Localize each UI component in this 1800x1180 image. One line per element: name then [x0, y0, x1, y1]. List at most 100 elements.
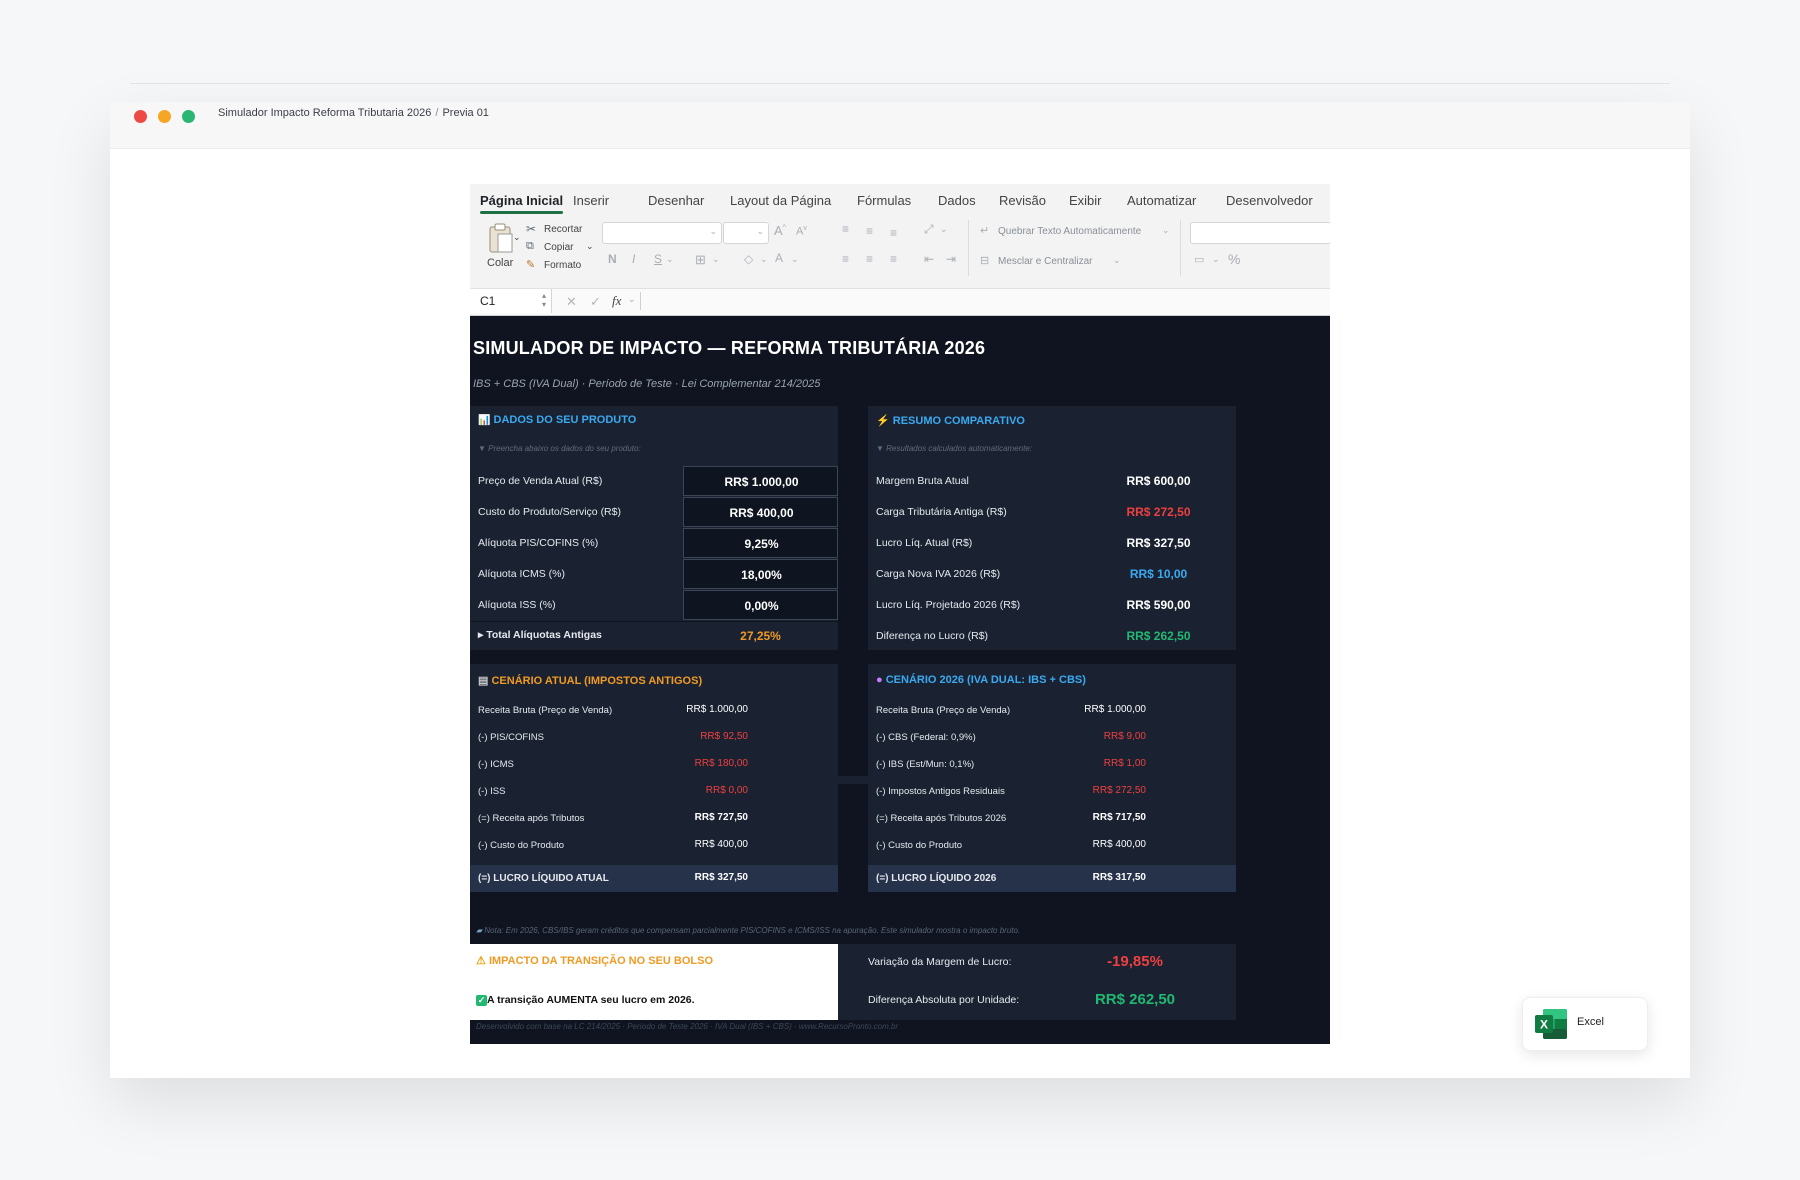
bar-chart-icon: 📊 — [478, 415, 491, 426]
bold-button[interactable]: N — [608, 252, 617, 266]
accounting-format-icon[interactable]: ▭ — [1194, 253, 1204, 266]
input-row: Alíquota ICMS (%) 18,00% — [470, 559, 838, 590]
decrease-indent-icon[interactable]: ⇤ — [924, 252, 934, 266]
ribbon-tabs: Página Inicial Inserir Desenhar Layout d… — [470, 184, 1330, 220]
price-input[interactable]: RR$ 1.000,00 — [683, 466, 838, 496]
align-bottom-icon[interactable]: ≡ — [890, 226, 897, 240]
increase-indent-icon[interactable]: ⇥ — [946, 252, 956, 266]
tab-exibir[interactable]: Exibir — [1069, 193, 1102, 208]
tab-pagina-inicial[interactable]: Página Inicial — [480, 193, 564, 214]
confirm-entry-icon[interactable]: ✓ — [590, 294, 601, 310]
icms-value: 18,00% — [741, 568, 782, 582]
name-box[interactable]: C1 — [470, 289, 552, 313]
margin-variation-value: -19,85% — [1107, 953, 1163, 970]
merge-center-chevron-icon: ⌄ — [1113, 255, 1121, 265]
margin-variation-label: Variação da Margem de Lucro: — [868, 956, 1012, 968]
sheet-content: SIMULADOR DE IMPACTO — REFORMA TRIBUTÁRI… — [470, 318, 1330, 1044]
cancel-entry-icon[interactable]: ✕ — [566, 294, 577, 310]
fill-color-chevron-icon[interactable]: ⌄ — [760, 254, 768, 265]
minimize-window-button[interactable] — [158, 110, 171, 123]
align-center-icon[interactable]: ≡ — [866, 252, 873, 266]
close-window-button[interactable] — [134, 110, 147, 123]
current-cost-value: RR$ 400,00 — [694, 839, 748, 850]
current-pis-cofins-value: RR$ 92,50 — [700, 731, 748, 742]
cost-input[interactable]: RR$ 400,00 — [683, 497, 838, 527]
icms-input[interactable]: 18,00% — [683, 559, 838, 589]
align-middle-icon[interactable]: ≡ — [866, 224, 873, 238]
summary-label: Diferença no Lucro (R$) — [876, 630, 989, 642]
sheet-subtitle: IBS + CBS (IVA Dual) · Período de Teste … — [473, 378, 821, 390]
current-scenario-header: ▤ CENÁRIO ATUAL (IMPOSTOS ANTIGOS) — [478, 674, 702, 687]
iss-input[interactable]: 0,00% — [683, 590, 838, 620]
function-chevron-icon[interactable]: ⌄ — [628, 294, 636, 305]
font-family-chevron-icon: ⌄ — [709, 226, 717, 236]
increase-font-icon[interactable]: A^ — [774, 223, 786, 238]
ribbon-toolbar: Colar ⌄ ✂ Recortar ⧉ Copiar ⌄ ✎ Formato — [470, 220, 1331, 288]
accounting-format-chevron-icon[interactable]: ⌄ — [1212, 254, 1220, 265]
align-top-icon[interactable]: ≡ — [842, 222, 849, 236]
breadcrumb-item-preview[interactable]: Previa 01 — [442, 107, 488, 119]
impact-message: A transição AUMENTA seu lucro em 2026. — [487, 994, 695, 1006]
merge-center-button[interactable]: ⊟ Mesclar e Centralizar ⌄ — [980, 254, 1130, 270]
input-label: Alíquota ICMS (%) — [478, 568, 565, 580]
font-family-select[interactable]: ⌄ — [602, 222, 722, 244]
tab-dados[interactable]: Dados — [938, 193, 976, 208]
wrap-text-button[interactable]: ↵ Quebrar Texto Automaticamente ⌄ — [980, 224, 1170, 240]
summary-panel-header: ⚡ RESUMO COMPARATIVO — [876, 414, 1025, 427]
format-painter-button[interactable]: ✎ Formato — [526, 258, 596, 274]
underline-button[interactable]: S — [654, 252, 662, 266]
fill-color-icon[interactable]: ◇ — [744, 252, 753, 266]
borders-chevron-icon[interactable]: ⌄ — [712, 254, 720, 265]
borders-icon[interactable]: ⊞ — [695, 252, 706, 268]
future-label: (-) Impostos Antigos Residuais — [876, 786, 1005, 797]
number-format-select[interactable] — [1190, 222, 1331, 244]
name-box-stepper-icon[interactable]: ▴ ▾ — [542, 291, 546, 309]
copy-button[interactable]: ⧉ Copiar ⌄ — [526, 240, 596, 256]
orientation-chevron-icon[interactable]: ⌄ — [940, 224, 948, 235]
future-net-revenue-value: RR$ 717,50 — [1092, 812, 1146, 823]
check-icon: ✓ — [476, 995, 487, 1006]
clipboard-list-icon: ▤ — [478, 675, 489, 687]
insert-function-icon[interactable]: fx — [612, 293, 621, 309]
current-scenario-title: CENÁRIO ATUAL (IMPOSTOS ANTIGOS) — [491, 675, 703, 687]
underline-chevron-icon[interactable]: ⌄ — [666, 254, 674, 265]
future-total-label: (=) LUCRO LÍQUIDO 2026 — [876, 873, 997, 884]
align-left-icon[interactable]: ≡ — [842, 252, 849, 266]
impact-box: ⚠ IMPACTO DA TRANSIÇÃO NO SEU BOLSO ✓ A t… — [470, 944, 838, 1020]
tab-automatizar[interactable]: Automatizar — [1127, 193, 1196, 208]
decrease-font-icon[interactable]: Av — [796, 225, 807, 238]
orientation-icon[interactable]: ⤢ — [924, 222, 934, 237]
tab-desenhar[interactable]: Desenhar — [648, 193, 704, 208]
tab-layout-da-pagina[interactable]: Layout da Página — [730, 193, 831, 208]
total-rates-value: 27,25% — [740, 629, 781, 643]
cut-button[interactable]: ✂ Recortar — [526, 222, 596, 238]
font-size-chevron-icon: ⌄ — [756, 226, 764, 236]
maximize-window-button[interactable] — [182, 110, 195, 123]
font-color-icon[interactable]: A — [775, 251, 783, 265]
impact-header: ⚠ IMPACTO DA TRANSIÇÃO NO SEU BOLSO — [476, 954, 713, 967]
future-scenario-panel: ● CENÁRIO 2026 (IVA DUAL: IBS + CBS) Rec… — [868, 664, 1236, 892]
paste-button[interactable]: Colar — [484, 220, 520, 270]
tab-revisao[interactable]: Revisão — [999, 193, 1046, 208]
tab-inserir[interactable]: Inserir — [573, 193, 609, 208]
future-row: Receita Bruta (Preço de Venda) RR$ 1.000,… — [868, 697, 1236, 724]
breadcrumb-item-file[interactable]: Simulador Impacto Reforma Tributaria 202… — [218, 107, 431, 119]
italic-button[interactable]: I — [632, 252, 635, 266]
align-right-icon[interactable]: ≡ — [890, 252, 897, 266]
current-row: (-) ICMS RR$ 180,00 — [470, 751, 838, 778]
future-row: (-) Impostos Antigos Residuais RR$ 272,50 — [868, 778, 1236, 805]
pis-cofins-input[interactable]: 9,25% — [683, 528, 838, 558]
input-label: Alíquota ISS (%) — [478, 599, 556, 611]
current-total-value: RR$ 327,50 — [694, 872, 748, 883]
paste-options-chevron-icon[interactable]: ⌄ — [513, 232, 521, 243]
font-size-select[interactable]: ⌄ — [723, 222, 769, 244]
excel-app-badge[interactable]: X Excel — [1522, 997, 1648, 1051]
sheet-footer: Desenvolvido com base na LC 214/2025 · P… — [476, 1022, 899, 1031]
percent-style-button[interactable]: % — [1228, 251, 1240, 267]
tab-formulas[interactable]: Fórmulas — [857, 193, 911, 208]
summary-hint: ▼ Resultados calculados automaticamente: — [876, 444, 1032, 453]
font-color-chevron-icon[interactable]: ⌄ — [791, 254, 799, 265]
future-cost-value: RR$ 400,00 — [1092, 839, 1146, 850]
summary-label: Carga Nova IVA 2026 (R$) — [876, 568, 1001, 580]
tab-desenvolvedor[interactable]: Desenvolvedor — [1226, 193, 1313, 208]
